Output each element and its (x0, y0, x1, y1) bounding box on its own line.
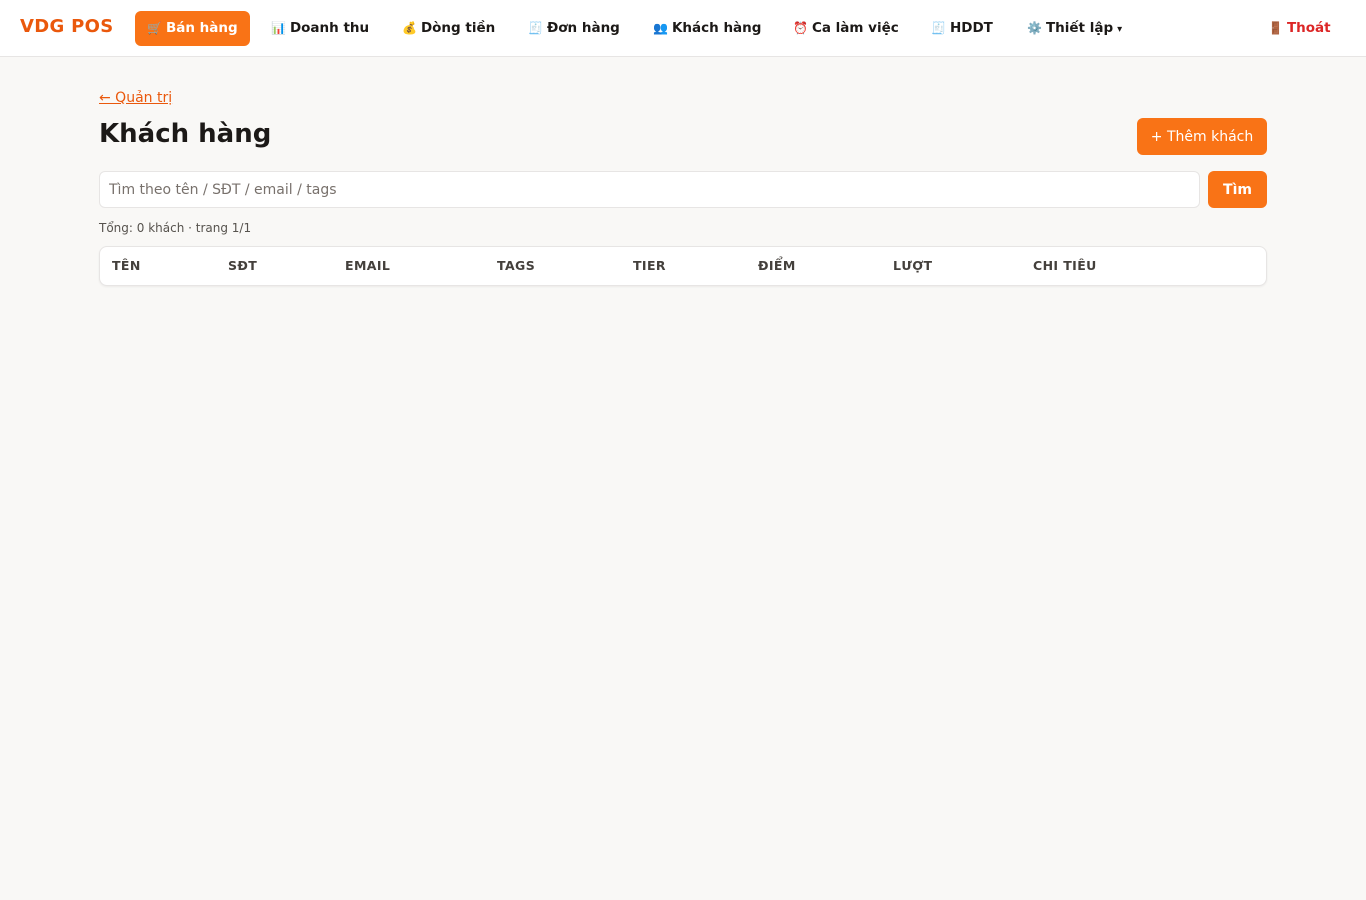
nav-label: Đơn hàng (546, 20, 620, 36)
bar-chart-icon: 📊 (271, 21, 286, 35)
add-customer-button[interactable]: + Thêm khách (1137, 118, 1267, 155)
nav-item-einvoice[interactable]: 🧾 HDDT (931, 11, 993, 46)
customer-table: TÊN SĐT EMAIL TAGS TIER ĐIỂM LƯỢT CHI TI… (99, 246, 1267, 286)
column-header-name[interactable]: TÊN (112, 247, 141, 285)
nav-label: Khách hàng (671, 20, 762, 36)
receipt-icon: 🧾 (528, 21, 543, 35)
nav-label: HDDT (949, 20, 993, 36)
column-header-tags[interactable]: TAGS (497, 247, 535, 285)
search-input[interactable] (99, 171, 1200, 208)
top-nav-bar: VDG POS 🛒 Bán hàng 📊 Doanh thu 💰 Dòng tiền … (0, 0, 1366, 57)
money-bag-icon: 💰 (402, 21, 417, 35)
nav-item-revenue[interactable]: 📊 Doanh thu (271, 11, 369, 46)
alarm-clock-icon: ⏰ (793, 21, 808, 35)
nav-item-orders[interactable]: 🧾 Đơn hàng (528, 11, 620, 46)
logout-label: Thoát (1286, 20, 1331, 36)
door-icon: 🚪 (1268, 21, 1283, 35)
search-button[interactable]: Tìm (1208, 171, 1267, 208)
nav-label: Dòng tiền (420, 20, 496, 36)
people-icon: 👥 (653, 21, 668, 35)
nav-item-customers[interactable]: 👥 Khách hàng (653, 11, 761, 46)
column-header-tier[interactable]: TIER (633, 247, 666, 285)
nav-item-sales[interactable]: 🛒 Bán hàng (135, 11, 250, 46)
cart-icon: 🛒 (147, 21, 162, 35)
page-title: Khách hàng (99, 119, 272, 149)
nav-label: Doanh thu (289, 20, 370, 36)
column-header-spending[interactable]: CHI TIÊU (1033, 247, 1097, 285)
nav-label: Ca làm việc (811, 20, 899, 36)
column-header-points[interactable]: ĐIỂM (758, 247, 796, 285)
back-to-admin-link[interactable]: ← Quản trị (99, 90, 172, 106)
receipt-icon: 🧾 (931, 21, 946, 35)
column-header-visits[interactable]: LƯỢT (893, 247, 932, 285)
logout-button[interactable]: 🚪 Thoát (1268, 11, 1331, 46)
nav-label: Thiết lập (1045, 20, 1114, 36)
brand-logo[interactable]: VDG POS (20, 16, 113, 37)
gear-icon: ⚙️ (1027, 21, 1042, 35)
nav-item-shifts[interactable]: ⏰ Ca làm việc (793, 11, 899, 46)
nav-label: Bán hàng (165, 20, 238, 36)
column-header-phone[interactable]: SĐT (228, 247, 257, 285)
chevron-down-icon: ▾ (1117, 24, 1123, 35)
nav-item-cashflow[interactable]: 💰 Dòng tiền (402, 11, 495, 46)
result-summary: Tổng: 0 khách · trang 1/1 (99, 221, 252, 235)
column-header-email[interactable]: EMAIL (345, 247, 390, 285)
nav-item-settings[interactable]: ⚙️ Thiết lập ▾ (1027, 11, 1122, 46)
